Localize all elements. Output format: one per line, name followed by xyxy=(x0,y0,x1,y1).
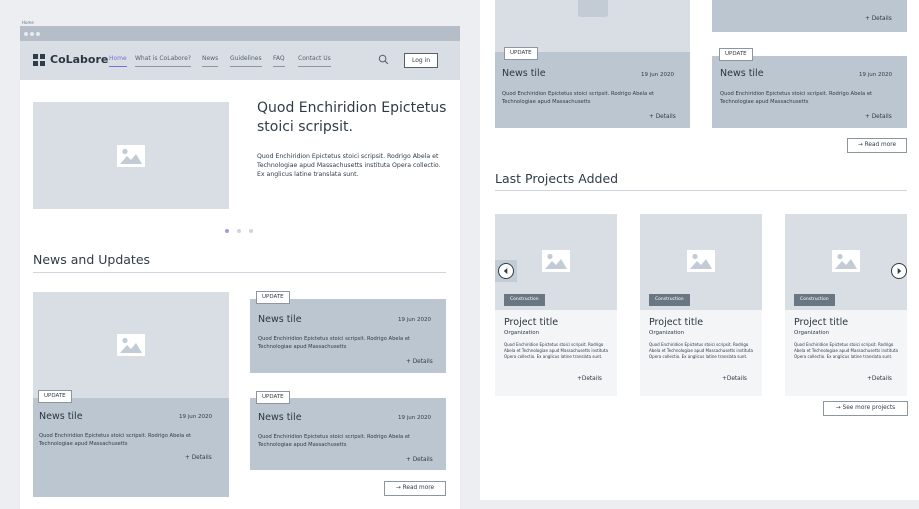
logo-icon xyxy=(33,54,46,67)
chevron-left-icon[interactable] xyxy=(498,263,514,279)
project-card[interactable]: Construction Project title Organization … xyxy=(785,214,907,396)
chevron-right-icon[interactable] xyxy=(891,263,907,279)
news-tile-date: 19 jun 2020 xyxy=(859,72,892,78)
details-link[interactable]: +Details xyxy=(867,376,892,382)
details-link[interactable]: + Details xyxy=(406,457,433,463)
nav-what-is-colabore[interactable]: What is CoLabore? xyxy=(135,55,191,67)
details-link[interactable]: + Details xyxy=(865,16,892,22)
image-icon xyxy=(117,334,145,356)
update-badge: UPDATE xyxy=(719,48,753,61)
details-link[interactable]: +Details xyxy=(722,376,747,382)
news-tile-text: Quod Enchiridion Epictetus stoici scrips… xyxy=(39,433,192,447)
homepage-frame: CoLabore Home What is CoLabore? News Gui… xyxy=(20,26,460,509)
news-tile-text: Quod Enchiridion Epictetus stoici scrips… xyxy=(720,91,873,105)
news-tile-title: News tile xyxy=(39,411,83,422)
update-badge: UPDATE xyxy=(256,291,290,304)
details-link[interactable]: + Details xyxy=(649,114,676,120)
details-link[interactable]: + Details xyxy=(185,455,212,461)
project-organization: Organization xyxy=(504,330,540,336)
nav-faq[interactable]: FAQ xyxy=(273,55,285,67)
news-tile-title: News tile xyxy=(258,314,302,325)
divider xyxy=(495,190,907,191)
window-dot xyxy=(36,32,40,36)
news-image xyxy=(495,0,690,52)
project-text: Quod Enchiridion Epictetus stoici scrips… xyxy=(504,342,608,359)
project-title: Project title xyxy=(794,317,849,328)
news-card[interactable]: + Details xyxy=(712,0,907,32)
nav-news[interactable]: News xyxy=(202,55,219,67)
project-card[interactable]: Construction Project title Organization … xyxy=(495,214,617,396)
homepage-frame-continued: UPDATE News tile 19 jun 2020 Quod Enchir… xyxy=(480,0,919,500)
news-card[interactable]: UPDATE News tile 19 jun 2020 Quod Enchir… xyxy=(250,291,446,373)
carousel-dot[interactable] xyxy=(249,229,253,233)
image-icon xyxy=(832,250,860,272)
navbar: CoLabore Home What is CoLabore? News Gui… xyxy=(20,41,460,80)
image-icon xyxy=(687,250,715,272)
project-organization: Organization xyxy=(794,330,830,336)
read-more-button[interactable]: → Read more xyxy=(847,138,907,153)
login-button[interactable]: Log in xyxy=(404,53,438,68)
news-tile-text: Quod Enchiridion Epictetus stoici scrips… xyxy=(258,336,411,350)
project-text: Quod Enchiridion Epictetus stoici scrips… xyxy=(794,342,898,359)
frame-label: Home xyxy=(22,20,34,25)
divider xyxy=(33,272,446,273)
image-icon xyxy=(542,250,570,272)
nav-contact-us[interactable]: Contact Us xyxy=(298,55,331,67)
hero-text: Quod Enchiridion Epictetus stoici scrips… xyxy=(257,153,441,178)
window-dot xyxy=(30,32,34,36)
project-title: Project title xyxy=(649,317,704,328)
browser-chrome xyxy=(20,26,460,41)
search-icon[interactable] xyxy=(378,54,389,65)
news-tile-date: 19 jun 2020 xyxy=(641,72,674,78)
news-tile-title: News tile xyxy=(502,68,546,79)
nav-guidelines[interactable]: Guidelines xyxy=(230,55,262,67)
news-section-title: News and Updates xyxy=(33,252,151,267)
window-dot xyxy=(24,32,28,36)
category-badge: Construction xyxy=(504,294,545,306)
details-link[interactable]: + Details xyxy=(406,359,433,365)
project-organization: Organization xyxy=(649,330,685,336)
project-title: Project title xyxy=(504,317,559,328)
update-badge: UPDATE xyxy=(256,391,290,404)
details-link[interactable]: +Details xyxy=(577,376,602,382)
image-icon xyxy=(117,144,145,167)
project-card[interactable]: Construction Project title Organization … xyxy=(640,214,762,396)
news-tile-date: 19 jun 2020 xyxy=(179,414,212,420)
news-tile-text: Quod Enchiridion Epictetus stoici scrips… xyxy=(502,91,655,105)
news-tile-date: 19 jun 2020 xyxy=(398,415,431,421)
news-card[interactable]: UPDATE News tile 19 jun 2020 Quod Enchir… xyxy=(495,0,690,128)
carousel-dot[interactable] xyxy=(237,229,241,233)
carousel-dot[interactable] xyxy=(225,229,229,233)
hero-title: Quod Enchiridion Epictetus stoici scrips… xyxy=(257,100,447,135)
see-more-projects-button[interactable]: → See more projects xyxy=(823,401,908,416)
details-link[interactable]: + Details xyxy=(865,114,892,120)
news-card-featured[interactable]: UPDATE News tile 19 jun 2020 Quod Enchir… xyxy=(33,292,229,497)
news-tile-title: News tile xyxy=(258,412,302,423)
news-tile-title: News tile xyxy=(720,68,764,79)
category-badge: Construction xyxy=(649,294,690,306)
news-tile-date: 19 jun 2020 xyxy=(398,317,431,323)
category-badge: Construction xyxy=(794,294,835,306)
news-card[interactable]: UPDATE News tile 19 jun 2020 Quod Enchir… xyxy=(712,48,907,128)
projects-section-title: Last Projects Added xyxy=(495,171,619,186)
news-tile-text: Quod Enchiridion Epictetus stoici scrips… xyxy=(258,434,411,448)
update-badge: UPDATE xyxy=(504,47,538,60)
news-image xyxy=(33,292,229,398)
read-more-button[interactable]: → Read more xyxy=(384,481,446,496)
nav-home[interactable]: Home xyxy=(109,55,127,67)
project-text: Quod Enchiridion Epictetus stoici scrips… xyxy=(649,342,753,359)
news-card[interactable]: UPDATE News tile 19 jun 2020 Quod Enchir… xyxy=(250,391,446,470)
hero-image xyxy=(33,102,229,209)
brand-logo[interactable]: CoLabore xyxy=(50,53,108,66)
update-badge: UPDATE xyxy=(38,390,72,403)
